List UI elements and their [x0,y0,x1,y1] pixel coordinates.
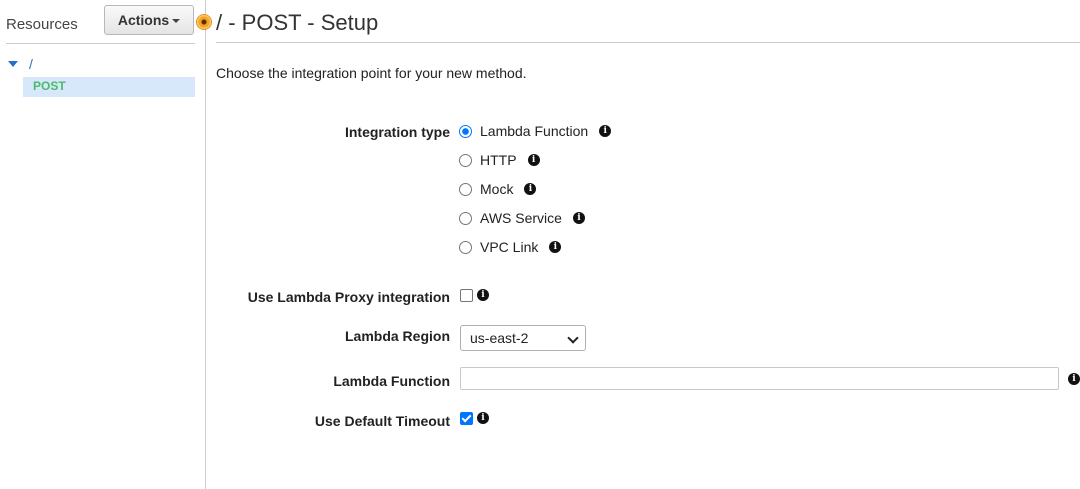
tree-item-root[interactable]: / [8,56,198,72]
radio-label[interactable]: Lambda Function [480,123,588,139]
radio-lambda-function[interactable]: Lambda Function i [459,122,612,140]
radio-label[interactable]: HTTP [480,152,517,168]
caret-down-icon [172,19,181,23]
info-icon[interactable]: i [477,412,489,424]
page-title: / - POST - Setup [216,10,379,35]
radio-button[interactable] [459,124,472,138]
actions-button-label: Actions [117,12,170,28]
checkmark-icon [461,412,472,422]
integration-type-label: Integration type [344,124,450,140]
resources-panel: Resources Actions / POST [0,0,206,489]
radio-label[interactable]: Mock [480,181,513,197]
lambda-proxy-label: Use Lambda Proxy integration [247,289,450,305]
resources-title: Resources [6,16,78,33]
radio-mock[interactable]: Mock i [459,180,537,198]
intro-text: Choose the integration point for your ne… [216,65,527,81]
resize-handle-icon[interactable] [197,15,211,29]
lambda-function-input[interactable] [460,367,1059,390]
caret-down-icon[interactable] [8,61,18,67]
info-icon[interactable]: i [599,125,612,137]
info-icon[interactable]: i [524,183,537,195]
default-timeout-label: Use Default Timeout [314,413,450,429]
chevron-down-icon [567,332,579,344]
info-icon[interactable]: i [1068,373,1080,385]
lambda-proxy-control: i [460,287,489,303]
radio-button[interactable] [459,211,472,225]
default-timeout-checkbox[interactable] [460,411,473,425]
divider [216,42,1080,43]
info-icon[interactable]: i [549,241,562,253]
lambda-region-select[interactable]: us-east-2 [460,325,586,351]
radio-label[interactable]: VPC Link [480,239,538,255]
tree-item-post-label: POST [33,79,66,93]
actions-button[interactable]: Actions [104,5,194,35]
tree-item-root-label: / [29,56,33,72]
lambda-function-label: Lambda Function [333,373,450,389]
divider [6,43,195,44]
radio-vpc-link[interactable]: VPC Link i [459,238,562,256]
lambda-region-label: Lambda Region [344,328,450,344]
tree-item-post[interactable]: POST [23,77,195,97]
radio-button[interactable] [459,182,472,196]
lambda-proxy-checkbox[interactable] [460,288,473,302]
radio-http[interactable]: HTTP i [459,151,540,169]
lambda-region-value: us-east-2 [470,330,529,346]
radio-button[interactable] [459,153,472,167]
info-icon[interactable]: i [527,154,540,166]
radio-label[interactable]: AWS Service [480,210,562,226]
radio-aws-service[interactable]: AWS Service i [459,209,585,227]
radio-button[interactable] [459,240,472,254]
default-timeout-control: i [460,410,489,426]
info-icon[interactable]: i [477,289,489,301]
info-icon[interactable]: i [572,212,585,224]
